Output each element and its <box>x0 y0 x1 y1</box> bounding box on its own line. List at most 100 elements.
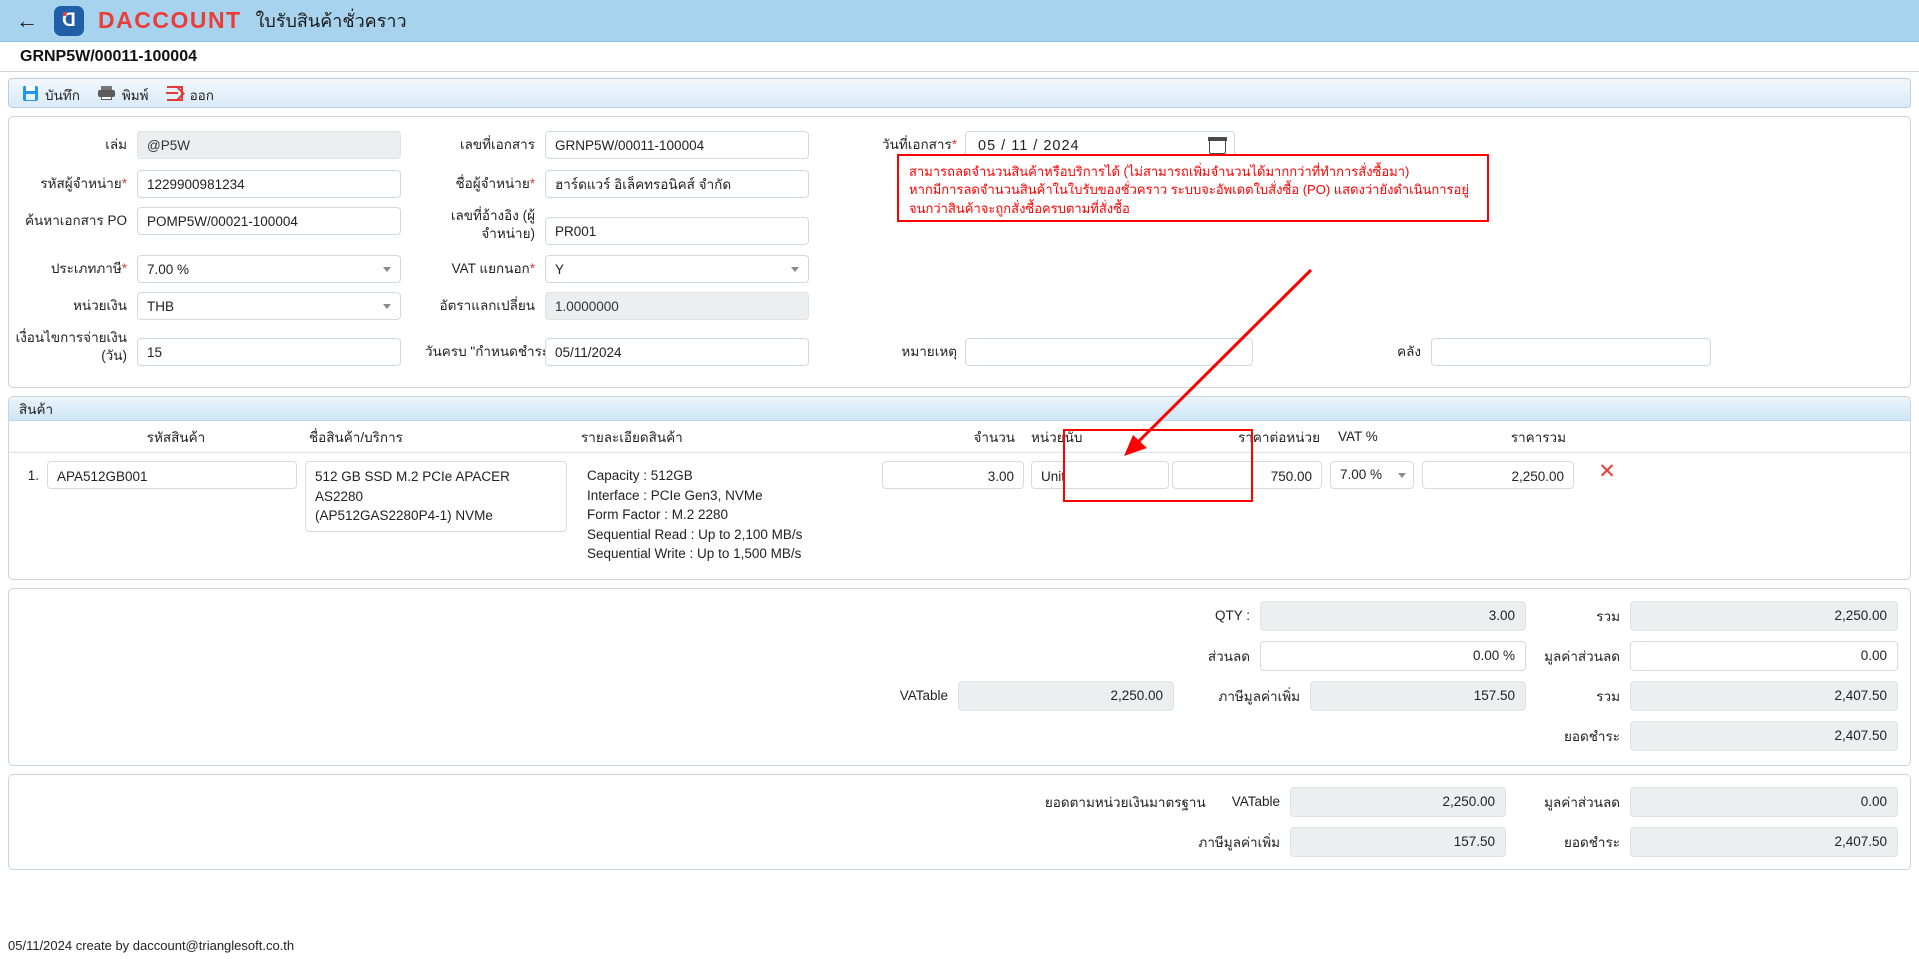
delete-row-icon[interactable]: ✕ <box>1598 455 1616 483</box>
tax-type-select[interactable]: 7.00 % <box>137 255 401 283</box>
doc-date-label: วันที่เอกสาร* <box>882 137 957 152</box>
standard-payable-label: ยอดชำระ <box>1563 834 1620 850</box>
vat-separate-label: VAT แยกนอก* <box>451 261 535 276</box>
column-header-vat: VAT % <box>1338 429 1378 444</box>
item-description-line-5: Sequential Write : Up to 1,500 MB/s <box>587 546 802 562</box>
exit-icon <box>165 85 183 101</box>
standard-payable-value: 2,407.50 <box>1630 826 1898 857</box>
app-header: ← D DACCOUNT ใบรับสินค้าชั่วคราว <box>0 0 1919 42</box>
summary-discount-amount-label: มูลค่าส่วนลด <box>1544 648 1620 664</box>
column-header-name: ชื่อสินค้า/บริการ <box>309 429 403 445</box>
currency-select[interactable]: THB <box>137 292 401 320</box>
reference-no-label-line1: เลขที่อ้างอิง (ผู้ <box>450 208 535 223</box>
summary-vat-label: ภาษีมูลค่าเพิ่ม <box>1218 688 1300 704</box>
book-field: @P5W <box>137 131 401 159</box>
annotation-note-line-3: จนกว่าสินค้าจะถูกสั่งซื้อครบตามที่สั่งซื… <box>909 200 1130 216</box>
summary-discount-amount-value[interactable]: 0.00 <box>1630 640 1898 671</box>
save-button[interactable]: บันทึก <box>19 80 94 106</box>
item-code-field[interactable]: APA512GB001 <box>47 461 297 489</box>
currency-label: หน่วยเงิน <box>72 298 127 313</box>
summary-panel: QTY : 3.00 รวม 2,250.00 ส่วนลด 0.00 % มู… <box>8 587 1911 766</box>
due-date-label: วันครบ "กำหนดชำระ" <box>425 344 554 359</box>
standard-vat-label: ภาษีมูลค่าเพิ่ม <box>1198 834 1280 850</box>
standard-discount-amount-value: 0.00 <box>1630 786 1898 817</box>
items-table-header: รหัสสินค้า ชื่อสินค้า/บริการ รายละเอียดส… <box>9 421 1910 453</box>
vat-separate-select[interactable]: Y <box>545 255 809 283</box>
standard-currency-summary-panel: ยอดตามหน่วยเงินมาตรฐาน VATable 2,250.00 … <box>8 773 1911 870</box>
column-header-total: ราคารวม <box>1510 429 1566 445</box>
exchange-rate-field: 1.0000000 <box>545 292 809 320</box>
warehouse-label: คลัง <box>1397 344 1421 359</box>
chevron-down-icon <box>383 266 391 272</box>
payment-terms-label-line2: (วัน) <box>101 347 127 363</box>
annotation-note-line-2: หากมีการลดจำนวนสินค้าในใบรับของชั่วคราว … <box>909 182 1469 198</box>
summary-vatable-value: 2,250.00 <box>958 680 1174 711</box>
toolbar: บันทึก พิมพ์ ออก <box>8 78 1911 108</box>
summary-qty-label: QTY : <box>1214 608 1250 624</box>
warehouse-field[interactable] <box>1431 338 1711 366</box>
save-button-label: บันทึก <box>45 87 80 103</box>
item-vat-select[interactable]: 7.00 % <box>1330 461 1414 489</box>
due-date-field[interactable]: 05/11/2024 <box>545 338 809 366</box>
remark-field[interactable] <box>965 338 1253 366</box>
column-header-qty: จำนวน <box>973 429 1015 445</box>
item-name-field[interactable]: 512 GB SSD M.2 PCIe APACER AS2280 (AP512… <box>305 461 567 532</box>
back-arrow-icon[interactable]: ← <box>14 8 40 34</box>
summary-grand-value: 2,407.50 <box>1630 680 1898 711</box>
column-header-unit-price: ราคาต่อหน่วย <box>1238 429 1320 445</box>
vendor-code-label: รหัสผู้จำหน่าย* <box>40 176 127 191</box>
item-unit-price-field[interactable]: 750.00 <box>1172 461 1322 489</box>
search-po-field[interactable]: POMP5W/00021-100004 <box>137 207 401 235</box>
calendar-icon[interactable] <box>1208 137 1227 154</box>
exit-button[interactable]: ออก <box>163 80 228 106</box>
column-header-code: รหัสสินค้า <box>146 429 206 445</box>
search-po-label: ค้นหาเอกสาร PO <box>25 213 127 228</box>
summary-qty-value: 3.00 <box>1260 600 1526 631</box>
header-form-panel: เล่ม @P5W เลขที่เอกสาร GRNP5W/00011-1000… <box>8 116 1911 388</box>
annotation-note-box: สามารถลดจำนวนสินค้าหรือบริการได้ (ไม่สาม… <box>897 154 1489 222</box>
document-number-bar: GRNP5W/00011-100004 <box>0 42 1919 72</box>
toolbar-container: บันทึก พิมพ์ ออก <box>0 72 1919 108</box>
summary-payable-value: 2,407.50 <box>1630 720 1898 751</box>
annotation-note-line-1: สามารถลดจำนวนสินค้าหรือบริการได้ (ไม่สาม… <box>909 164 1410 179</box>
doc-number-label: เลขที่เอกสาร <box>460 137 535 152</box>
page-title: ใบรับสินค้าชั่วคราว <box>255 11 407 31</box>
items-panel: สินค้า รหัสสินค้า ชื่อสินค้า/บริการ รายล… <box>8 396 1911 580</box>
standard-discount-amount-label: มูลค่าส่วนลด <box>1544 794 1620 810</box>
payment-terms-field[interactable]: 15 <box>137 338 401 366</box>
standard-vatable-value: 2,250.00 <box>1290 786 1506 817</box>
item-unit-field[interactable]: Unit <box>1031 461 1169 489</box>
footer: 05/11/2024 create by daccount@triangleso… <box>0 934 1919 959</box>
item-total-field[interactable]: 2,250.00 <box>1422 461 1574 489</box>
exit-button-label: ออก <box>189 87 214 103</box>
chevron-down-icon <box>383 303 391 309</box>
remark-label: หมายเหตุ <box>901 344 957 359</box>
standard-summary-title: ยอดตามหน่วยเงินมาตรฐาน <box>1044 794 1206 810</box>
row-index: 1. <box>27 468 39 483</box>
print-button[interactable]: พิมพ์ <box>94 80 163 106</box>
save-icon <box>23 85 38 101</box>
reference-no-field[interactable]: PR001 <box>545 217 809 245</box>
item-description-line-1: Capacity : 512GB <box>587 468 693 483</box>
vendor-name-field[interactable]: ฮาร์ดแวร์ อิเล็คทรอนิคส์ จำกัด <box>545 170 809 198</box>
reference-no-label-line2: จำหน่าย) <box>481 225 535 241</box>
table-row: 1. APA512GB001 512 GB SSD M.2 PCIe APACE… <box>9 453 1910 579</box>
tax-type-value: 7.00 % <box>147 261 190 277</box>
doc-date-value: 05 / 11 / 2024 <box>978 138 1080 154</box>
currency-value: THB <box>147 298 174 314</box>
vendor-code-field[interactable]: 1229900981234 <box>137 170 401 198</box>
item-description-line-2: Interface : PCIe Gen3, NVMe <box>587 487 763 503</box>
items-section-title: สินค้า <box>9 397 1910 421</box>
item-description-field[interactable]: Capacity : 512GB Interface : PCIe Gen3, … <box>577 461 867 569</box>
summary-vat-value: 157.50 <box>1310 680 1526 711</box>
summary-discount-value[interactable]: 0.00 % <box>1260 640 1526 671</box>
summary-vatable-label: VATable <box>899 688 948 704</box>
brand-name: DACCOUNT <box>98 7 242 33</box>
item-qty-field[interactable]: 3.00 <box>882 461 1024 489</box>
item-vat-value: 7.00 % <box>1340 467 1383 483</box>
vat-separate-value: Y <box>555 261 565 277</box>
column-header-unit: หน่วยนับ <box>1031 429 1083 445</box>
daccount-logo-icon: D <box>54 5 84 36</box>
summary-total-label: รวม <box>1596 608 1620 624</box>
doc-number-field[interactable]: GRNP5W/00011-100004 <box>545 131 809 159</box>
